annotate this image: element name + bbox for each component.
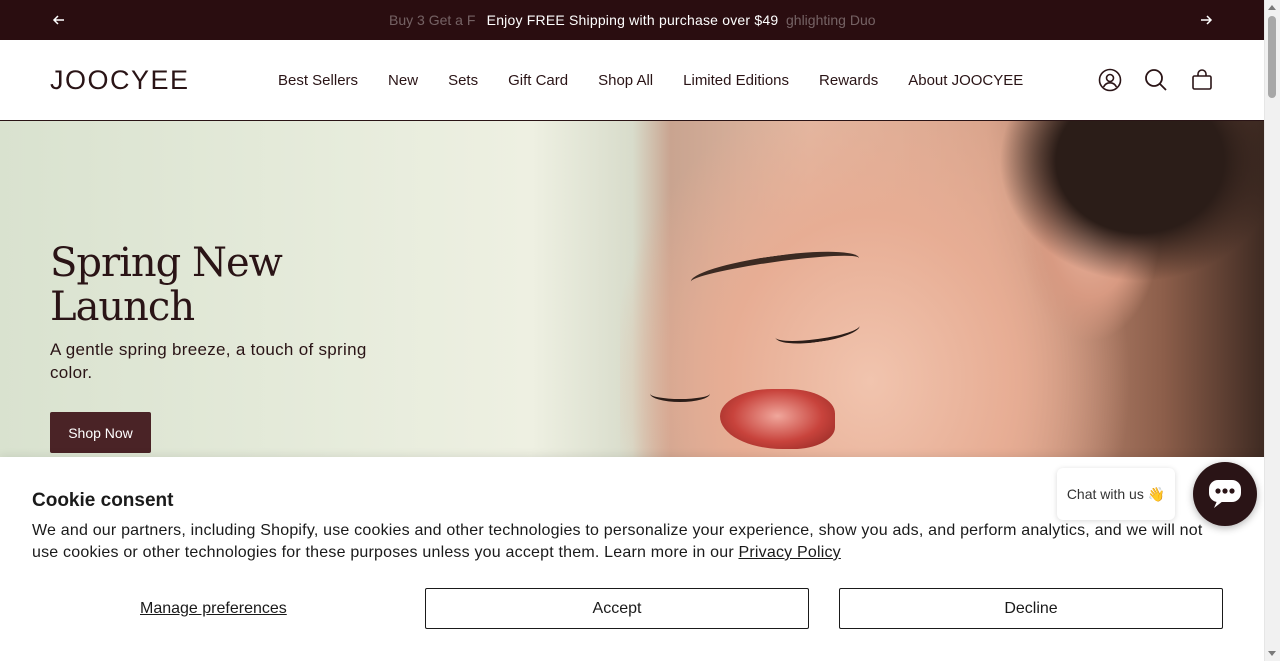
- scroll-thumb[interactable]: [1268, 16, 1276, 98]
- scroll-down-arrow[interactable]: [1268, 651, 1276, 656]
- cookie-title: Cookie consent: [32, 490, 174, 511]
- chat-button[interactable]: [1193, 462, 1257, 526]
- announcement-bar: Buy 3 Get a F ghlighting Duo Enjoy FREE …: [0, 0, 1265, 40]
- hero-subtitle: A gentle spring breeze, a touch of sprin…: [50, 340, 367, 382]
- page-scrollbar[interactable]: [1264, 0, 1280, 661]
- nav-gift-card[interactable]: Gift Card: [508, 72, 568, 89]
- nav-sets[interactable]: Sets: [448, 72, 478, 89]
- accept-button[interactable]: Accept: [425, 588, 809, 629]
- hero-title-line1: Spring New: [50, 240, 283, 286]
- manage-preferences-link[interactable]: Manage preferences: [140, 600, 287, 618]
- announcement-next-button[interactable]: [1196, 10, 1216, 30]
- arrow-right-icon: [1201, 15, 1213, 25]
- main-nav: Best Sellers New Sets Gift Card Shop All…: [278, 72, 1053, 89]
- nav-new[interactable]: New: [388, 72, 418, 89]
- account-icon: [1098, 68, 1122, 92]
- nav-rewards[interactable]: Rewards: [819, 72, 878, 89]
- hero-title: Spring New Launch: [50, 240, 283, 330]
- scroll-up-arrow[interactable]: [1268, 5, 1276, 10]
- hero-banner: Spring New Launch A gentle spring breeze…: [0, 121, 1265, 461]
- site-header: JOOCYEE Best Sellers New Sets Gift Card …: [0, 40, 1265, 121]
- nav-limited-editions[interactable]: Limited Editions: [683, 72, 789, 89]
- chat-bubble-icon: [1209, 480, 1241, 508]
- announcement-message-wrap: Enjoy FREE Shipping with purchase over $…: [0, 12, 1265, 28]
- account-button[interactable]: [1098, 68, 1122, 92]
- nav-best-sellers[interactable]: Best Sellers: [278, 72, 358, 89]
- cookie-text-wrap: We and our partners, including Shopify, …: [32, 520, 1222, 564]
- brand-logo[interactable]: JOOCYEE: [50, 65, 190, 96]
- nav-shop-all[interactable]: Shop All: [598, 72, 653, 89]
- nav-about[interactable]: About JOOCYEE: [908, 72, 1023, 89]
- cart-icon: [1192, 69, 1212, 90]
- hero-model-eye-far: [650, 385, 710, 402]
- shop-now-button[interactable]: Shop Now: [50, 412, 151, 453]
- decline-button[interactable]: Decline: [839, 588, 1223, 629]
- search-icon: [1145, 69, 1167, 91]
- cookie-text: We and our partners, including Shopify, …: [32, 522, 1203, 561]
- chat-label[interactable]: Chat with us 👋: [1057, 468, 1175, 520]
- privacy-policy-link[interactable]: Privacy Policy: [739, 544, 841, 561]
- search-button[interactable]: [1144, 68, 1168, 92]
- announcement-message[interactable]: Enjoy FREE Shipping with purchase over $…: [484, 12, 781, 28]
- cart-button[interactable]: [1190, 68, 1214, 92]
- header-icons: [1098, 68, 1214, 92]
- hero-title-line2: Launch: [50, 284, 195, 330]
